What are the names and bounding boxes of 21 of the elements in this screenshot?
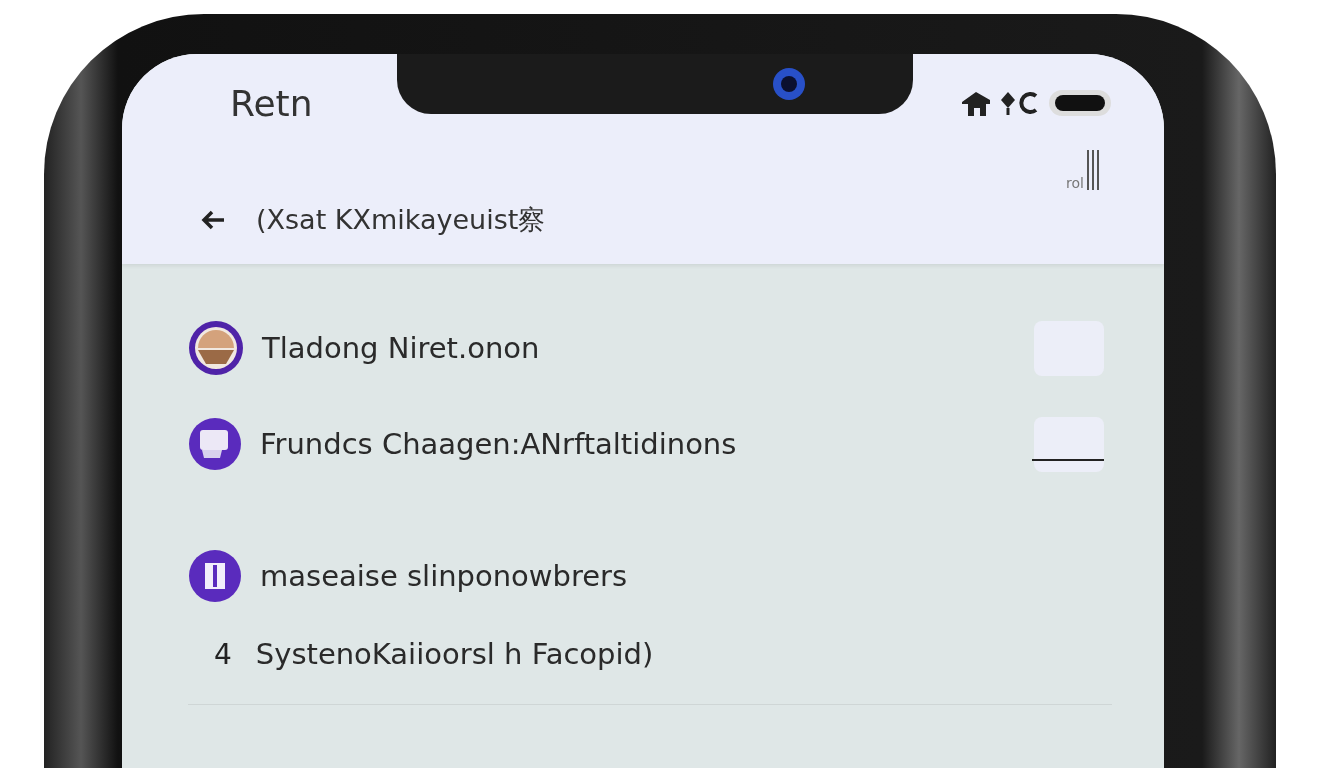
- item-label: maseaise slinponowbrers: [260, 559, 629, 593]
- toggle-box[interactable]: [1034, 416, 1104, 472]
- avatar-icon: [188, 320, 244, 376]
- list-item[interactable]: Frundcs Chaagen:ANrftaltidinons: [188, 416, 1104, 472]
- page-title: (Xsat KXmikayeuist察: [256, 203, 546, 237]
- monitor-icon: [188, 417, 242, 471]
- status-title: Retn: [230, 82, 313, 124]
- house-icon: [960, 90, 992, 116]
- item-label: SystenoKaiioorsl h Facopid): [255, 637, 655, 671]
- list-item[interactable]: maseaise slinponowbrers: [188, 548, 1104, 604]
- indicator-label: rol: [1066, 176, 1084, 190]
- item-number: 4: [214, 637, 232, 671]
- bars-icon: [1086, 150, 1100, 190]
- back-arrow-icon[interactable]: [200, 209, 226, 231]
- badge-icon: [188, 549, 242, 603]
- battery-icon: [1048, 89, 1112, 117]
- camera-icon: [771, 66, 807, 102]
- item-label: Tladong Niret.onon: [262, 331, 541, 365]
- item-label: Frundcs Chaagen:ANrftaltidinons: [260, 427, 738, 461]
- list-item[interactable]: 4 SystenoKaiioorsl h Facopid): [188, 626, 1104, 682]
- list-item[interactable]: Tladong Niret.onon: [188, 320, 1104, 376]
